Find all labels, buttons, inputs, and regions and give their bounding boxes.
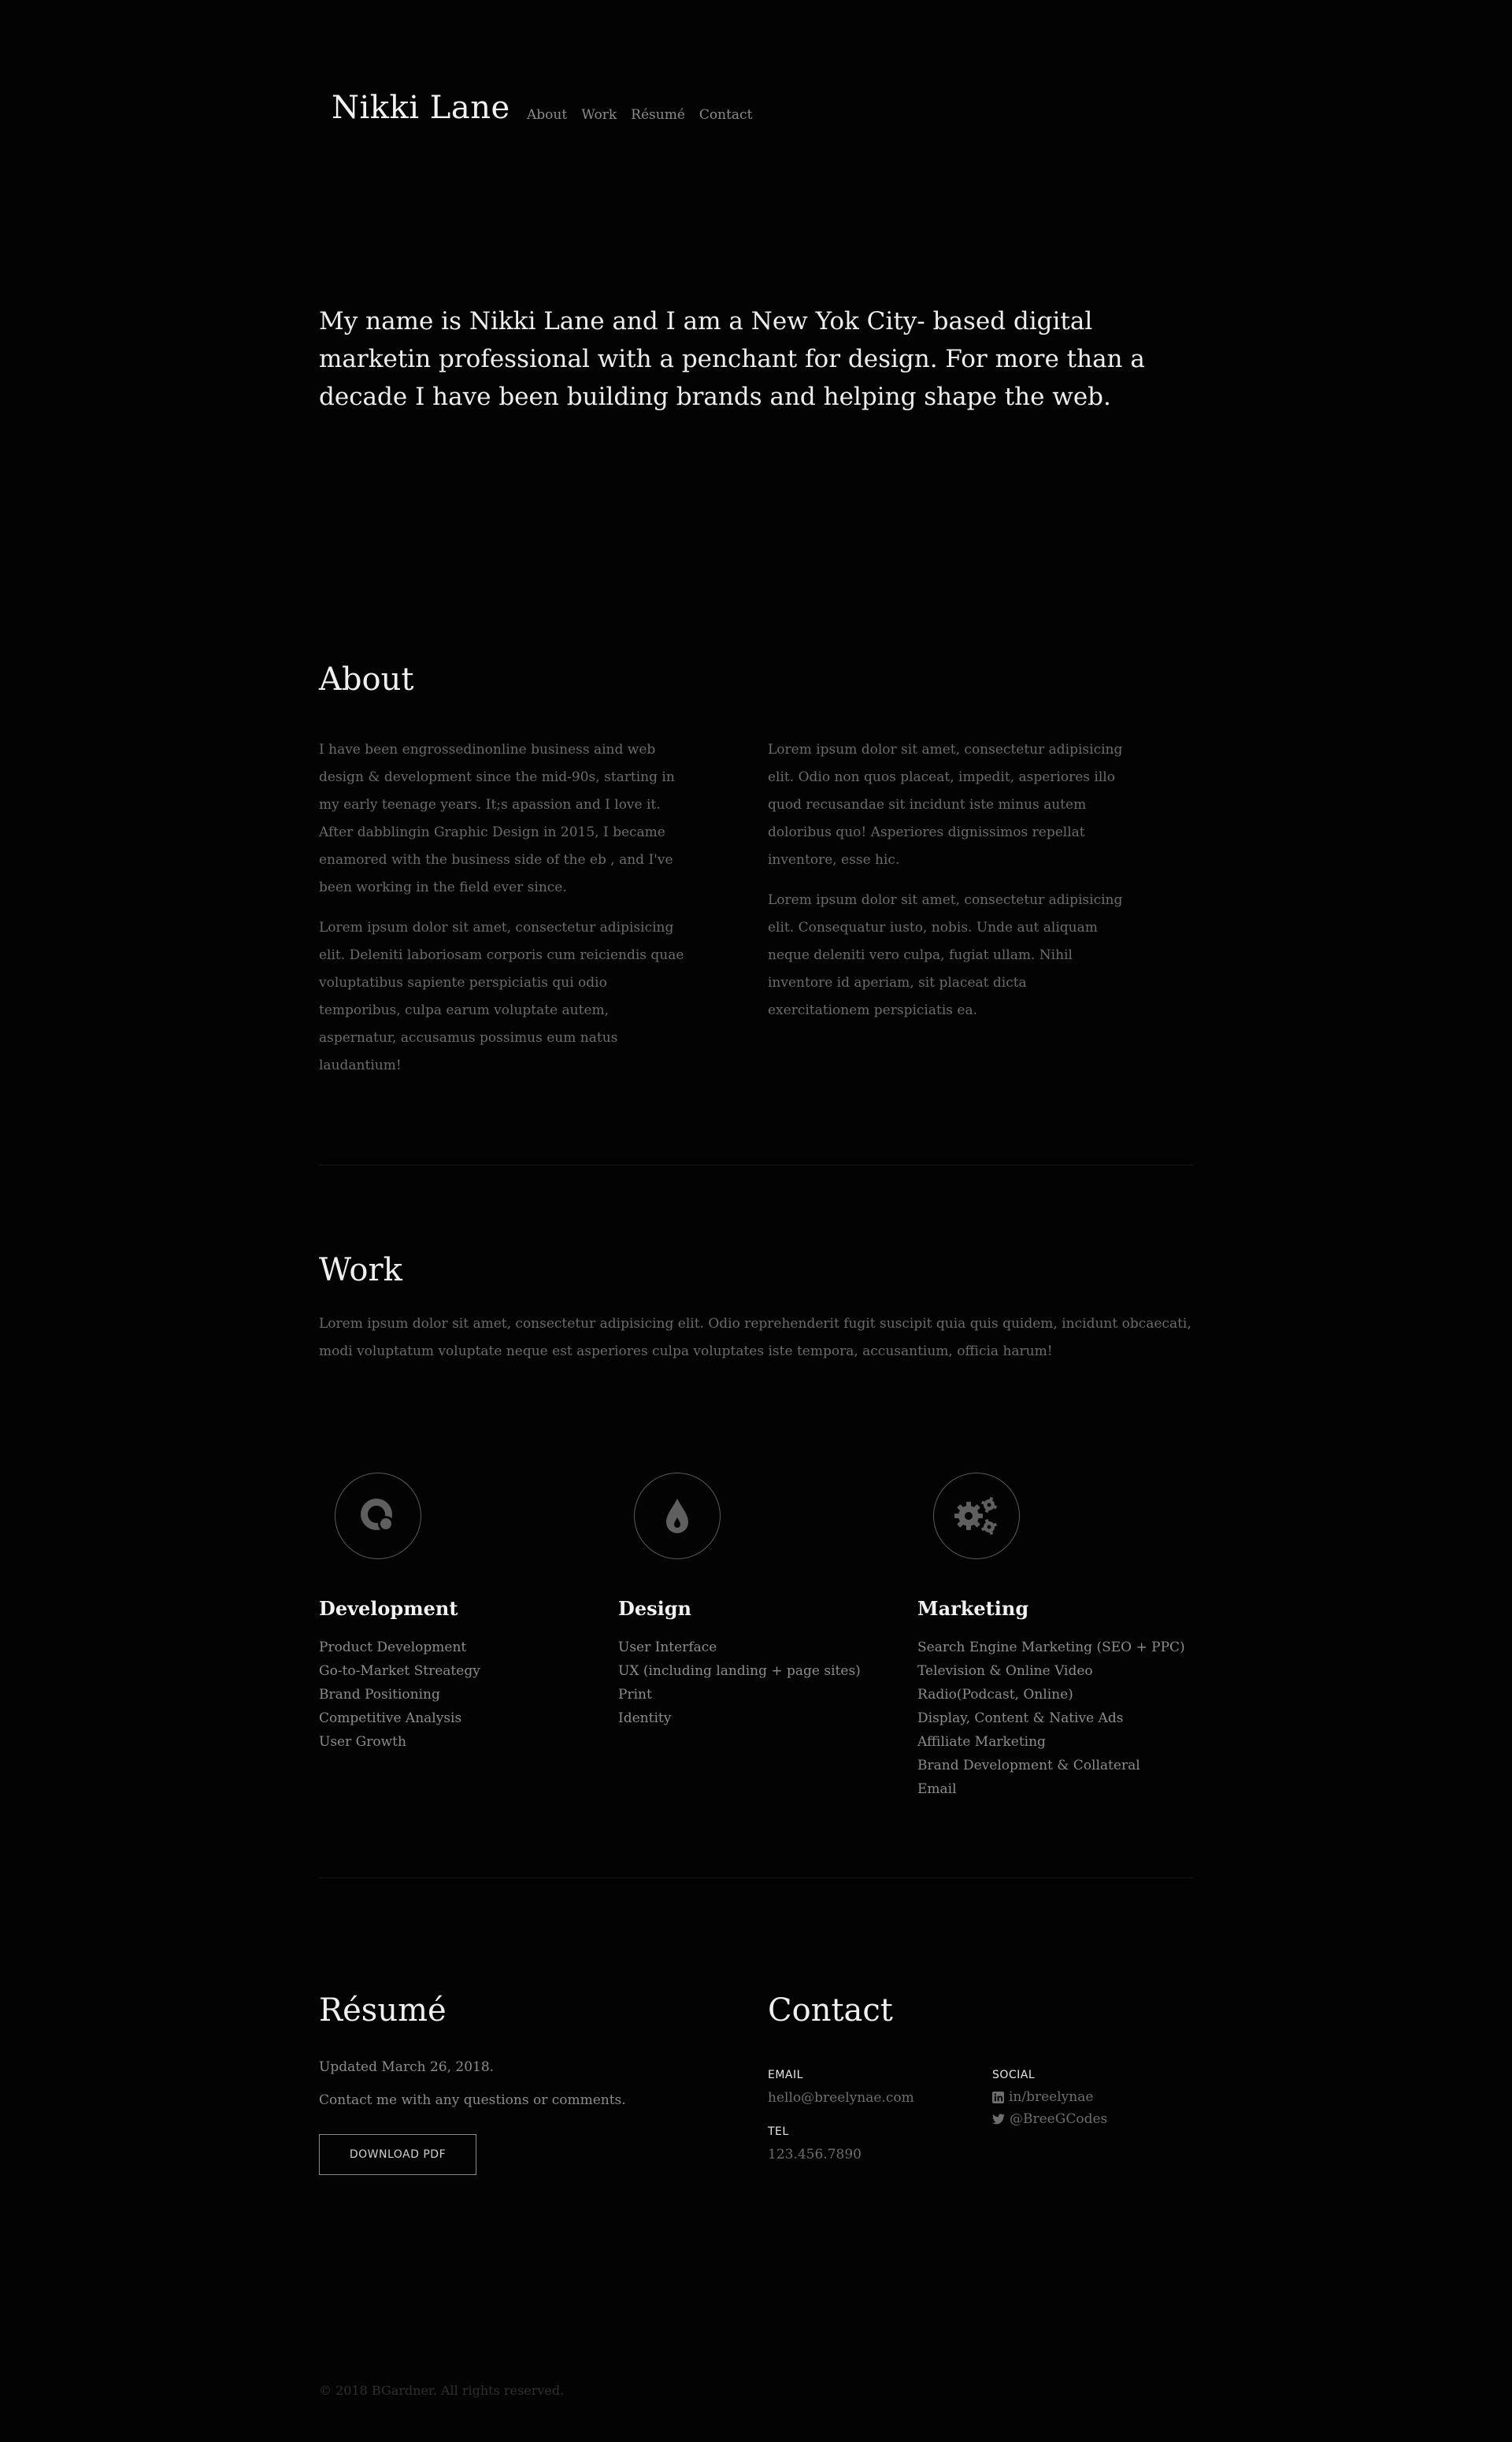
nav-resume[interactable]: Résumé (631, 107, 685, 123)
main-nav: About Work Résumé Contact (527, 107, 752, 123)
work-intro: Lorem ipsum dolor sit amet, consectetur … (319, 1316, 1191, 1359)
list-item: Email (917, 1781, 957, 1797)
nav-work[interactable]: Work (581, 107, 617, 123)
contact-heading: Contact (768, 1992, 893, 2029)
development-list: Product Development Go-to-Market Streate… (319, 1636, 480, 1754)
development-title: Development (319, 1597, 458, 1620)
list-item: Search Engine Marketing (SEO + PPC) (917, 1640, 1185, 1655)
about-heading: About (319, 661, 414, 698)
twitter-icon (992, 2114, 1005, 2125)
marketing-list: Search Engine Marketing (SEO + PPC) Tele… (917, 1636, 1185, 1801)
design-list: User Interface UX (including landing + p… (618, 1636, 861, 1730)
about-right-column: Lorem ipsum dolor sit amet, consectetur … (768, 736, 1130, 1037)
work-heading: Work (319, 1252, 402, 1288)
list-item: Radio(Podcast, Online) (917, 1687, 1073, 1703)
linkedin-handle: in/breelynae (1009, 2089, 1094, 2105)
linkedin-link[interactable]: in/breelynae (992, 2086, 1093, 2108)
twitter-handle: @BreeGCodes (1010, 2111, 1108, 2127)
droplet-icon (634, 1473, 721, 1559)
linkedin-icon (992, 2091, 1004, 2103)
gears-icon (933, 1473, 1020, 1559)
development-icon (335, 1473, 421, 1559)
about-paragraph: Lorem ipsum dolor sit amet, consectetur … (319, 920, 684, 1073)
list-item: Go-to-Market Streategy (319, 1663, 480, 1679)
site-brand[interactable]: Nikki Lane (332, 90, 510, 126)
marketing-title: Marketing (917, 1597, 1029, 1620)
about-left-column: I have been engrossedinonline business a… (319, 736, 689, 1092)
resume-heading: Résumé (319, 1992, 447, 2029)
list-item: Brand Development & Collateral (917, 1758, 1140, 1773)
email-link[interactable]: hello@breelynae.com (768, 2087, 914, 2109)
list-item: User Interface (618, 1640, 717, 1655)
design-title: Design (618, 1597, 691, 1620)
list-item: Print (618, 1687, 652, 1703)
section-divider (319, 1877, 1193, 1878)
about-paragraph: Lorem ipsum dolor sit amet, consectetur … (768, 892, 1123, 1018)
list-item: Display, Content & Native Ads (917, 1710, 1124, 1726)
tel-link[interactable]: 123.456.7890 (768, 2144, 862, 2166)
list-item: Competitive Analysis (319, 1710, 462, 1726)
email-label: EMAIL (768, 2069, 803, 2081)
intro-text: My name is Nikki Lane and I am a New Yok… (319, 307, 1145, 411)
list-item: User Growth (319, 1734, 406, 1750)
list-item: UX (including landing + page sites) (618, 1663, 861, 1679)
list-item: Brand Positioning (319, 1687, 440, 1703)
list-item: Television & Online Video (917, 1663, 1093, 1679)
nav-about[interactable]: About (527, 107, 567, 123)
list-item: Affiliate Marketing (917, 1734, 1046, 1750)
list-item: Identity (618, 1710, 672, 1726)
nav-contact[interactable]: Contact (699, 107, 753, 123)
resume-updated: Updated March 26, 2018. (319, 2059, 495, 2075)
resume-info: Updated March 26, 2018. Contact me with … (319, 2051, 626, 2117)
tel-label: TEL (768, 2125, 789, 2138)
about-paragraph: Lorem ipsum dolor sit amet, consectetur … (768, 742, 1123, 868)
footer-copyright: © 2018 BGardner. All rights reserved. (319, 2383, 565, 2398)
social-label: SOCIAL (992, 2069, 1036, 2081)
download-pdf-button[interactable]: DOWNLOAD PDF (319, 2134, 476, 2175)
about-paragraph: I have been engrossedinonline business a… (319, 742, 675, 895)
resume-contact-note: Contact me with any questions or comment… (319, 2092, 626, 2108)
twitter-link[interactable]: @BreeGCodes (992, 2108, 1107, 2130)
list-item: Product Development (319, 1640, 467, 1655)
